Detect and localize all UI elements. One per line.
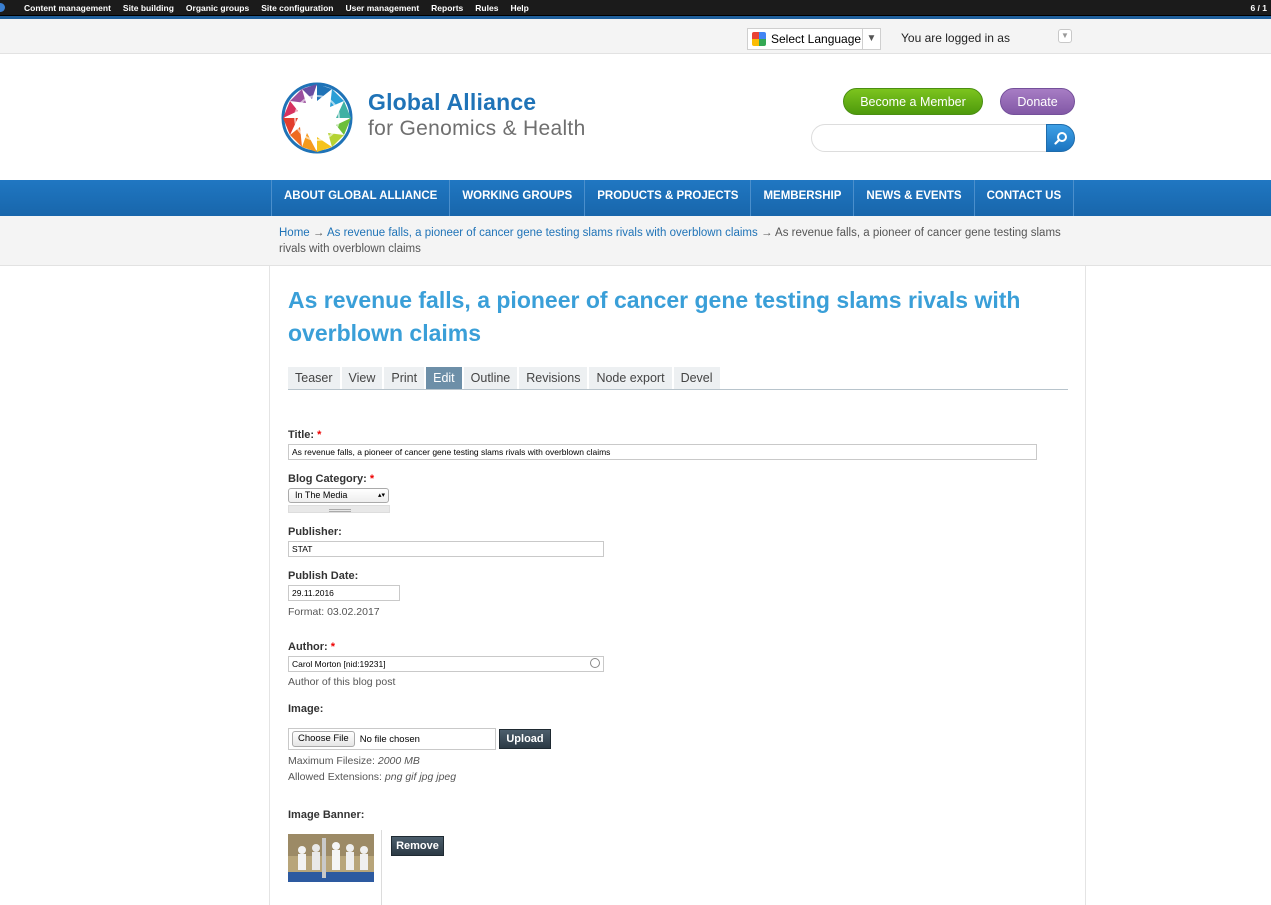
main-navigation: ABOUT GLOBAL ALLIANCE WORKING GROUPS PRO…	[0, 180, 1271, 216]
site-slogan: for Genomics & Health	[368, 117, 586, 140]
admin-item-site-configuration[interactable]: Site configuration	[255, 0, 339, 16]
become-member-button[interactable]: Become a Member	[843, 88, 983, 115]
title-field[interactable]: As revenue falls, a pioneer of cancer ge…	[288, 444, 1037, 460]
breadcrumb-parent-link[interactable]: As revenue falls, a pioneer of cancer ge…	[327, 227, 758, 239]
image-banner-thumbnail	[288, 834, 374, 882]
required-marker: *	[330, 641, 336, 653]
breadcrumb-bar: Home → As revenue falls, a pioneer of ca…	[0, 216, 1271, 266]
tab-outline[interactable]: Outline	[463, 367, 518, 389]
publisher-field[interactable]: STAT	[288, 541, 604, 557]
select-arrows-icon: ▴▾	[377, 492, 385, 499]
breadcrumb-separator: →	[309, 227, 327, 239]
publisher-label: Publisher:	[288, 526, 342, 538]
page-title: As revenue falls, a pioneer of cancer ge…	[288, 287, 1021, 346]
allowed-extensions-value: png gif jpg jpeg	[384, 771, 457, 783]
main-content: As revenue falls, a pioneer of cancer ge…	[269, 266, 1086, 905]
publish-date-label: Publish Date:	[288, 570, 359, 582]
title-label: Title: *	[288, 429, 321, 441]
google-translate-icon	[752, 32, 766, 46]
image-file-input[interactable]: Choose File No file chosen	[288, 728, 496, 750]
tab-view[interactable]: View	[341, 367, 383, 389]
language-select-label: Select Language	[771, 32, 862, 46]
max-filesize-help: Maximum Filesize: 2000 MB	[288, 755, 420, 767]
blog-category-label-text: Blog Category:	[288, 473, 367, 485]
resize-grip[interactable]	[288, 505, 390, 513]
blog-category-select[interactable]: In The Media ▴▾	[288, 488, 389, 503]
author-autocomplete-field[interactable]: Carol Morton [nid:19231]	[288, 656, 604, 672]
max-filesize-prefix: Maximum Filesize:	[288, 755, 375, 767]
admin-item-rules[interactable]: Rules	[469, 0, 504, 16]
max-filesize-value: 2000 MB	[377, 755, 420, 767]
search-button[interactable]	[1046, 124, 1075, 152]
breadcrumb-separator: →	[757, 227, 776, 239]
tab-devel[interactable]: Devel	[673, 367, 720, 389]
author-help: Author of this blog post	[288, 676, 396, 688]
tab-print[interactable]: Print	[384, 367, 425, 389]
nav-item-contact-us[interactable]: CONTACT US	[975, 180, 1075, 216]
nav-item-working-groups[interactable]: WORKING GROUPS	[450, 180, 586, 216]
site-header: Global Alliance for Genomics & Health Be…	[0, 55, 1271, 180]
admin-counter: 6 / 1	[1250, 3, 1267, 13]
language-select[interactable]: Select Language ▼	[747, 28, 881, 50]
site-search-input[interactable]	[811, 124, 1047, 152]
breadcrumb: Home → As revenue falls, a pioneer of ca…	[279, 225, 1069, 257]
allowed-extensions-prefix: Allowed Extensions:	[288, 771, 382, 783]
author-label-text: Author:	[288, 641, 328, 653]
upload-button[interactable]: Upload	[499, 729, 551, 749]
admin-menu: Content management Site building Organic…	[18, 0, 535, 16]
allowed-extensions-help: Allowed Extensions: png gif jpg jpeg	[288, 771, 456, 783]
logo-icon[interactable]	[280, 81, 354, 155]
site-name[interactable]: Global Alliance	[368, 89, 536, 116]
remove-button[interactable]: Remove	[391, 836, 444, 856]
nav-item-about[interactable]: ABOUT GLOBAL ALLIANCE	[272, 180, 451, 216]
tab-teaser[interactable]: Teaser	[288, 367, 340, 389]
image-label: Image:	[288, 703, 324, 715]
user-menu-toggle-icon[interactable]: ▼	[1058, 29, 1072, 43]
blog-category-value: In The Media	[295, 490, 348, 500]
admin-item-content-management[interactable]: Content management	[18, 0, 117, 16]
utility-bar: Select Language ▼ You are logged in as ▼	[0, 19, 1271, 54]
no-file-chosen-text: No file chosen	[359, 733, 420, 745]
required-marker: *	[317, 429, 322, 441]
title-label-text: Title:	[288, 429, 315, 441]
search-icon	[1053, 132, 1067, 145]
nav-item-news-events[interactable]: NEWS & EVENTS	[854, 180, 975, 216]
chevron-down-icon: ▼	[862, 29, 880, 49]
admin-item-user-management[interactable]: User management	[339, 0, 425, 16]
tab-edit[interactable]: Edit	[426, 367, 462, 389]
admin-item-help[interactable]: Help	[504, 0, 534, 16]
date-format-help: Format: 03.02.2017	[288, 606, 380, 618]
donate-button[interactable]: Donate	[1000, 88, 1075, 115]
choose-file-button[interactable]: Choose File	[292, 731, 355, 747]
logged-in-text: You are logged in as	[901, 31, 1010, 45]
required-marker: *	[369, 473, 375, 485]
divider	[381, 830, 382, 905]
admin-item-organic-groups[interactable]: Organic groups	[180, 0, 255, 16]
nav-item-products-projects[interactable]: PRODUCTS & PROJECTS	[585, 180, 752, 216]
admin-item-reports[interactable]: Reports	[425, 0, 469, 16]
autocomplete-throbber-icon	[590, 658, 600, 668]
tab-revisions[interactable]: Revisions	[519, 367, 588, 389]
admin-toolbar: Content management Site building Organic…	[0, 0, 1271, 16]
nav-item-membership[interactable]: MEMBERSHIP	[751, 180, 855, 216]
node-tabs: Teaser View Print Edit Outline Revisions…	[288, 367, 1068, 390]
publish-date-field[interactable]: 29.11.2016	[288, 585, 400, 601]
tab-node-export[interactable]: Node export	[589, 367, 672, 389]
admin-menu-icon[interactable]	[0, 3, 5, 12]
admin-item-site-building[interactable]: Site building	[117, 0, 180, 16]
author-label: Author: *	[288, 641, 335, 653]
breadcrumb-home-link[interactable]: Home	[279, 227, 310, 239]
image-banner-label: Image Banner:	[288, 809, 365, 821]
blog-category-label: Blog Category: *	[288, 473, 374, 485]
